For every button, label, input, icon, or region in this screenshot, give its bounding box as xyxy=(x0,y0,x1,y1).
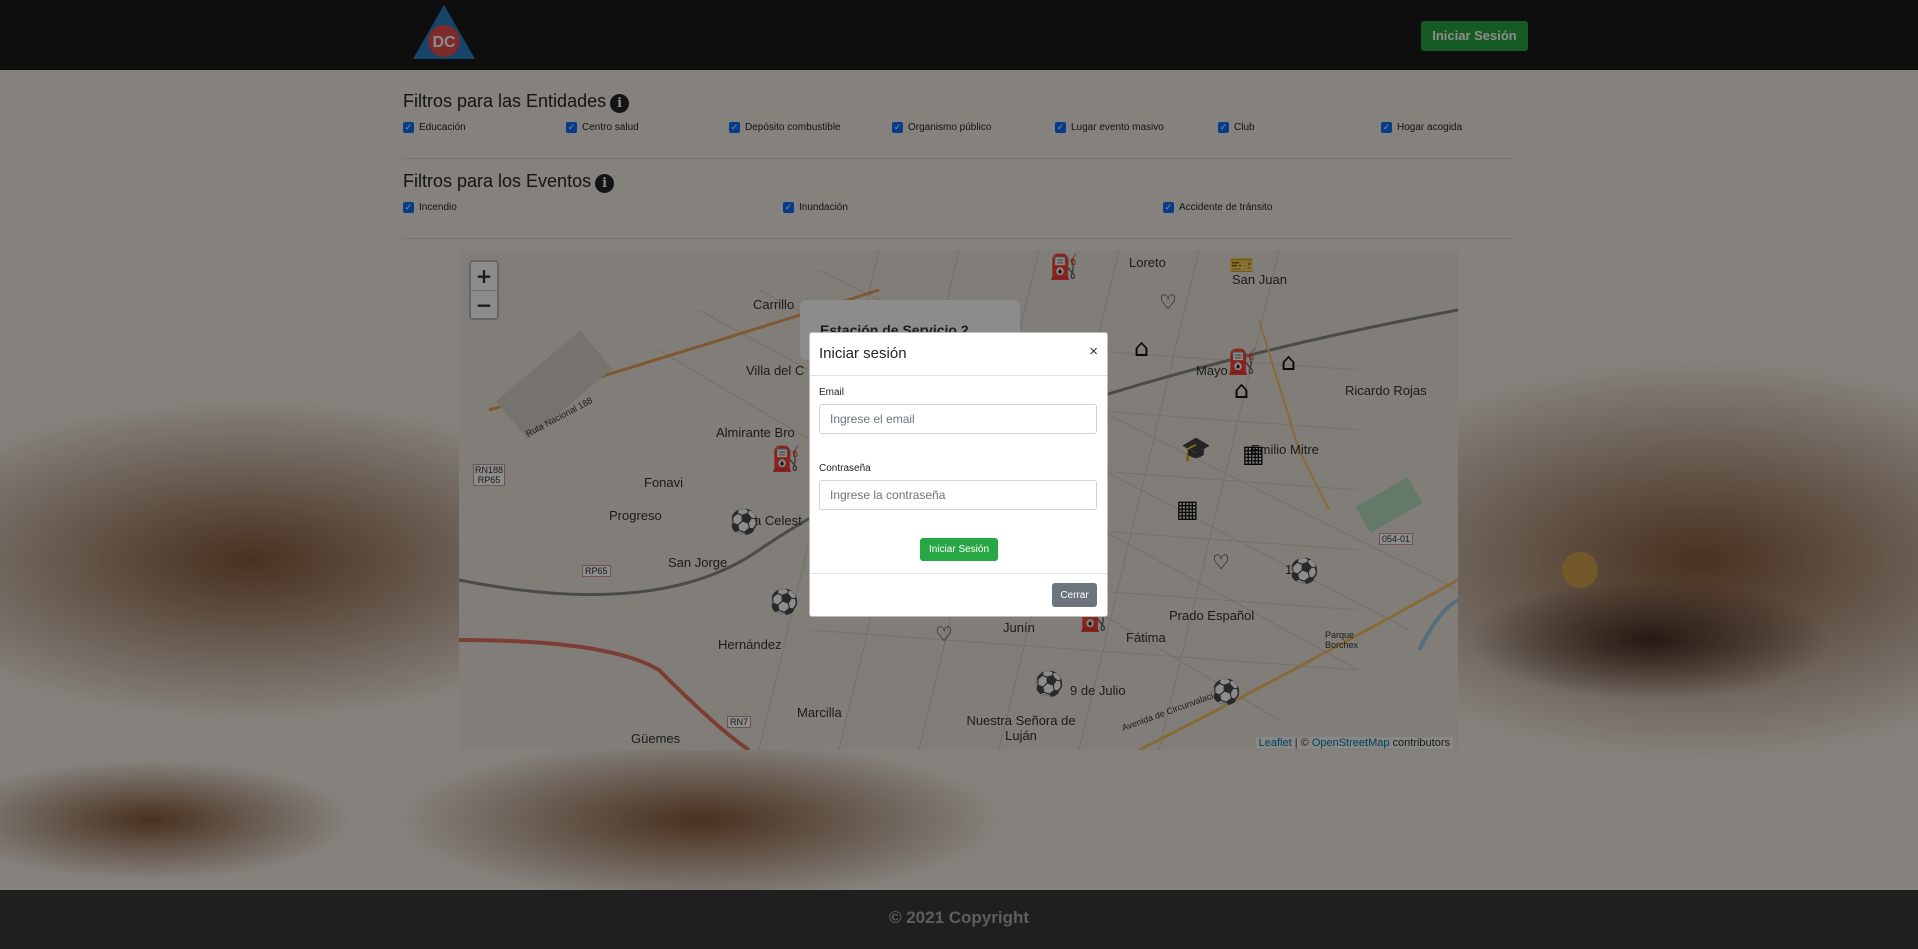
password-label: Contraseña xyxy=(819,463,871,474)
email-input[interactable] xyxy=(819,404,1097,434)
footer: © 2021 Copyright xyxy=(0,890,1918,949)
modal-header-divider xyxy=(810,375,1107,376)
footer-backdrop xyxy=(0,890,1918,949)
modal-title: Iniciar sesión xyxy=(819,345,907,362)
cancel-button[interactable]: Cerrar xyxy=(1052,583,1097,607)
close-icon[interactable]: × xyxy=(1089,343,1098,360)
login-modal: Iniciar sesión × Email Contraseña Inicia… xyxy=(809,332,1108,617)
submit-login-button[interactable]: Iniciar Sesión xyxy=(920,538,998,561)
navbar-backdrop xyxy=(0,0,1918,70)
password-input[interactable] xyxy=(819,480,1097,510)
modal-footer-divider xyxy=(810,573,1107,574)
email-label: Email xyxy=(819,387,845,398)
